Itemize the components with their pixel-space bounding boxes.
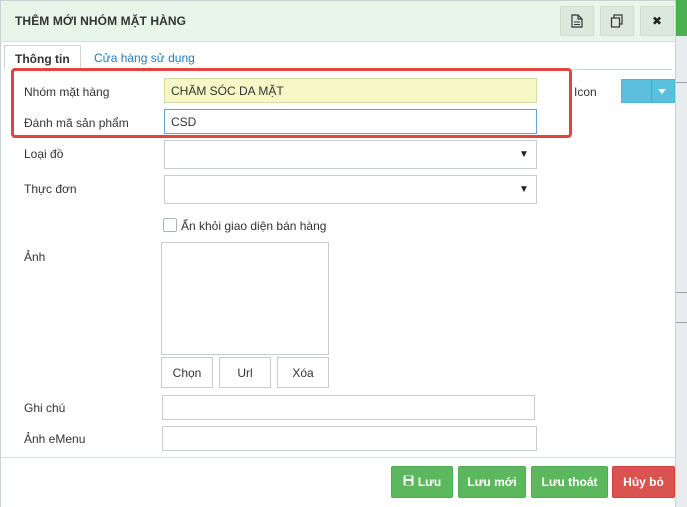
- tab-bar: Thông tin Cửa hàng sử dụng: [4, 45, 672, 70]
- note-label: Ghi chú: [24, 401, 66, 415]
- hide-from-sales-label: Ẩn khỏi giao diện bán hàng: [181, 219, 327, 233]
- close-button[interactable]: ✖: [640, 6, 674, 36]
- icon-picker-separator: [651, 80, 652, 102]
- add-product-group-dialog: THÊM MỚI NHÓM MẶT HÀNG ✖ Thông tin Cửa h…: [0, 0, 676, 507]
- save-button-label: Lưu: [417, 475, 442, 489]
- image-url-button[interactable]: Url: [219, 357, 271, 388]
- save-button[interactable]: Lưu: [391, 466, 453, 498]
- icon-picker-button[interactable]: [621, 79, 675, 103]
- emenu-image-label: Ảnh eMenu: [24, 432, 86, 446]
- tab-info[interactable]: Thông tin: [4, 45, 81, 70]
- choose-image-button[interactable]: Chọn: [161, 357, 213, 388]
- product-code-input[interactable]: CSD: [164, 109, 537, 134]
- dialog-title: THÊM MỚI NHÓM MẶT HÀNG: [15, 14, 187, 28]
- dialog-titlebar: THÊM MỚI NHÓM MẶT HÀNG ✖: [1, 1, 675, 42]
- image-preview: [161, 242, 329, 355]
- hide-from-sales-checkbox[interactable]: [163, 218, 177, 232]
- copy-button[interactable]: [600, 6, 634, 36]
- image-label: Ảnh: [24, 250, 46, 264]
- background-line: [675, 82, 687, 83]
- group-name-label: Nhóm mặt hàng: [24, 85, 110, 99]
- emenu-image-input[interactable]: [162, 426, 537, 451]
- copy-icon: [610, 14, 624, 28]
- background-window: [675, 0, 687, 507]
- dropdown-arrow-icon: ▼: [519, 184, 529, 195]
- note-input[interactable]: [162, 395, 535, 420]
- save-new-button[interactable]: Lưu mới: [458, 466, 526, 498]
- background-line: [675, 322, 687, 323]
- document-icon: [571, 14, 583, 28]
- close-icon: ✖: [651, 14, 663, 28]
- caret-down-icon: [658, 89, 666, 94]
- background-green-strip: [675, 0, 687, 36]
- cancel-button[interactable]: Hủy bỏ: [612, 466, 675, 498]
- icon-label: Icon: [574, 85, 597, 99]
- menu-label: Thực đơn: [24, 182, 77, 196]
- dropdown-arrow-icon: ▼: [519, 149, 529, 160]
- document-button[interactable]: [560, 6, 594, 36]
- tab-stores[interactable]: Cửa hàng sử dụng: [84, 45, 205, 69]
- item-type-select[interactable]: ▼: [164, 140, 537, 169]
- product-code-label: Đánh mã sản phẩm: [24, 116, 129, 130]
- group-name-input[interactable]: CHĂM SÓC DA MẶT: [164, 78, 537, 103]
- delete-image-button[interactable]: Xóa: [277, 357, 329, 388]
- dialog-footer: Lưu Lưu mới Lưu thoát Hủy bỏ: [1, 457, 675, 507]
- item-type-label: Loại đồ: [24, 147, 64, 161]
- background-line: [675, 292, 687, 293]
- save-icon: [403, 475, 414, 489]
- menu-select[interactable]: ▼: [164, 175, 537, 204]
- save-exit-button[interactable]: Lưu thoát: [531, 466, 608, 498]
